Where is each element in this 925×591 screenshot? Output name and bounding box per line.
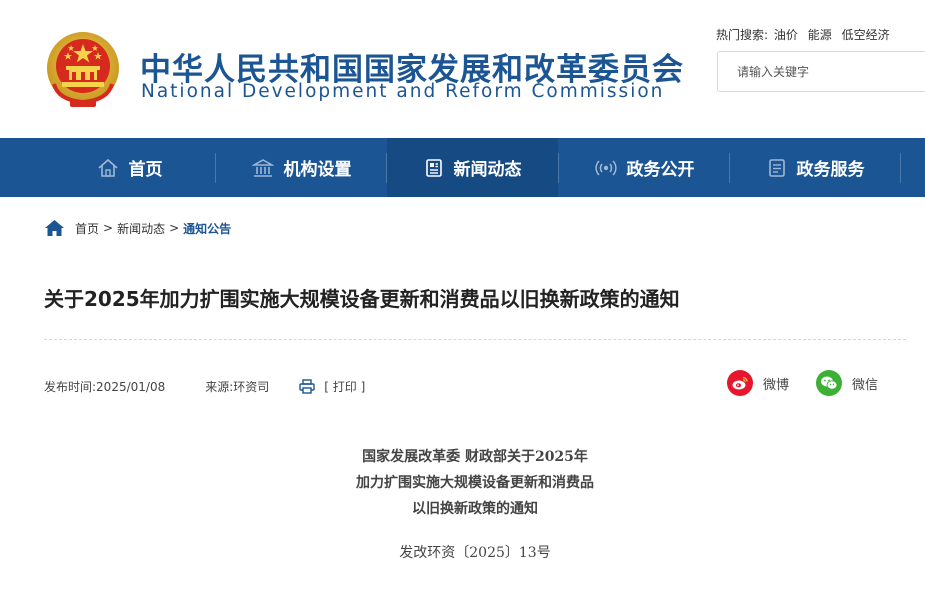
hot-search-term-energy[interactable]: 能源: [808, 28, 832, 42]
nav-item-label: 机构设置: [283, 160, 352, 180]
breadcrumb-home-link[interactable]: 首页: [75, 220, 99, 237]
nav-item-organization[interactable]: 机构设置: [216, 138, 387, 197]
print-label: [ 打印 ]: [324, 380, 366, 394]
search-input[interactable]: [718, 52, 908, 91]
nav-separator: [900, 153, 901, 183]
title-divider: [44, 339, 906, 340]
breadcrumb: 首页 > 新闻动态 > 通知公告: [44, 218, 231, 238]
print-button[interactable]: [ 打印 ]: [299, 378, 365, 395]
share-weibo-button[interactable]: 微博: [727, 370, 789, 396]
home-icon[interactable]: [44, 219, 65, 237]
breadcrumb-separator: >: [103, 221, 114, 235]
share-wechat-label: 微信: [852, 377, 879, 393]
publish-date: 发布时间:2025/01/08: [44, 380, 166, 394]
weibo-icon: [727, 370, 753, 396]
building-icon: [251, 158, 274, 177]
breadcrumb-current-link[interactable]: 通知公告: [183, 220, 231, 237]
news-icon: [425, 158, 442, 177]
nav-item-label: 政务服务: [796, 160, 865, 180]
hot-search: 热门搜索: 油价 能源 低空经济: [716, 26, 896, 43]
search-box: [717, 51, 925, 92]
share-wechat-button[interactable]: 微信: [816, 370, 878, 396]
document-heading: 国家发展改革委 财政部关于2025年 加力扩围实施大规模设备更新和消费品 以旧换…: [0, 444, 925, 522]
hot-search-term-oil-price[interactable]: 油价: [774, 28, 798, 42]
hot-search-label: 热门搜索:: [716, 28, 769, 42]
nav-item-home[interactable]: 首页: [44, 138, 215, 197]
nav-item-government-services[interactable]: 政务服务: [730, 138, 901, 197]
document-heading-line: 加力扩围实施大规模设备更新和消费品: [356, 475, 594, 491]
site-header: 中华人民共和国国家发展和改革委员会 National Development a…: [0, 0, 925, 138]
document-heading-line: 以旧换新政策的通知: [412, 501, 538, 517]
site-title-en[interactable]: National Development and Reform Commissi…: [141, 81, 664, 102]
article-meta: 发布时间:2025/01/08 来源:环资司 [ 打印 ]: [44, 378, 365, 395]
document-number: 发改环资〔2025〕13号: [399, 545, 551, 561]
hot-search-term-low-altitude[interactable]: 低空经济: [842, 28, 890, 42]
home-icon: [97, 158, 118, 177]
nav-item-label: 政务公开: [626, 160, 695, 180]
national-emblem-icon[interactable]: [44, 30, 122, 110]
wechat-icon: [816, 370, 842, 396]
breadcrumb-separator: >: [169, 221, 180, 235]
nav-item-label: 新闻动态: [453, 160, 522, 180]
breadcrumb-news-link[interactable]: 新闻动态: [117, 220, 165, 237]
article-source: 来源:环资司: [205, 380, 270, 394]
nav-item-label: 首页: [128, 160, 163, 180]
document-heading-line: 国家发展改革委 财政部关于2025年: [362, 449, 588, 465]
share-weibo-label: 微博: [763, 377, 790, 393]
article-title: 关于2025年加力扩围实施大规模设备更新和消费品以旧换新政策的通知: [44, 287, 680, 311]
main-nav: 首页 机构设置 新闻动态 政务公开 政务服务: [0, 138, 925, 197]
printer-icon: [299, 379, 315, 394]
broadcast-icon: [594, 159, 617, 176]
nav-item-government-affairs[interactable]: 政务公开: [559, 138, 730, 197]
service-icon: [768, 158, 785, 177]
nav-item-news[interactable]: 新闻动态: [387, 138, 558, 197]
